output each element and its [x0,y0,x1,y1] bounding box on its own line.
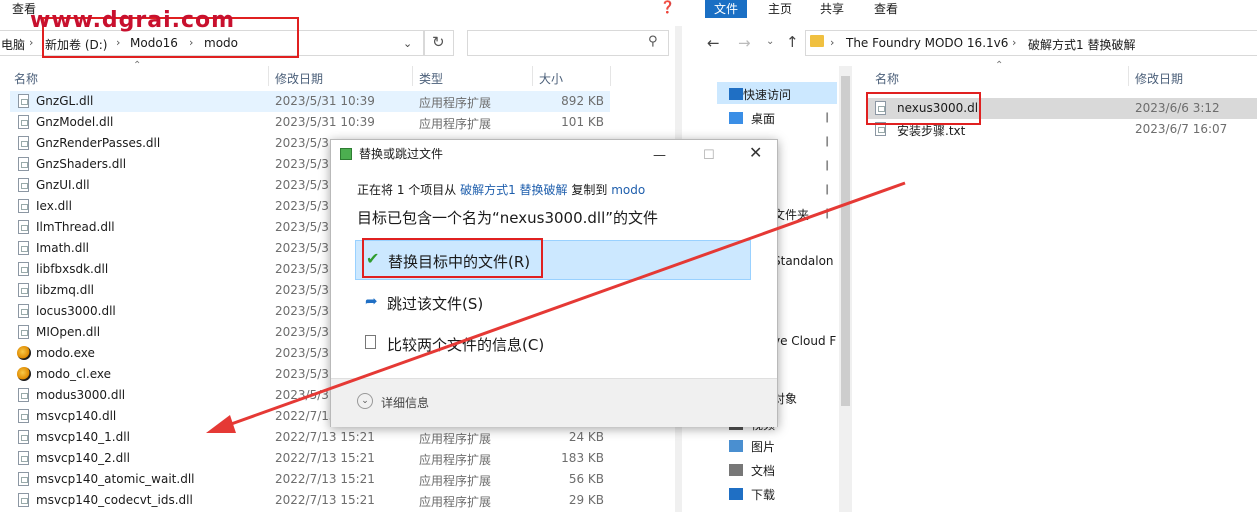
red-arrowhead-icon [206,415,236,433]
highlight-box-nexus-file [866,92,981,125]
highlight-box-replace-option [362,238,543,278]
watermark-text: www.dgrai.com [30,8,236,33]
red-arrow-line [219,181,906,430]
annotation-overlay [206,181,906,433]
